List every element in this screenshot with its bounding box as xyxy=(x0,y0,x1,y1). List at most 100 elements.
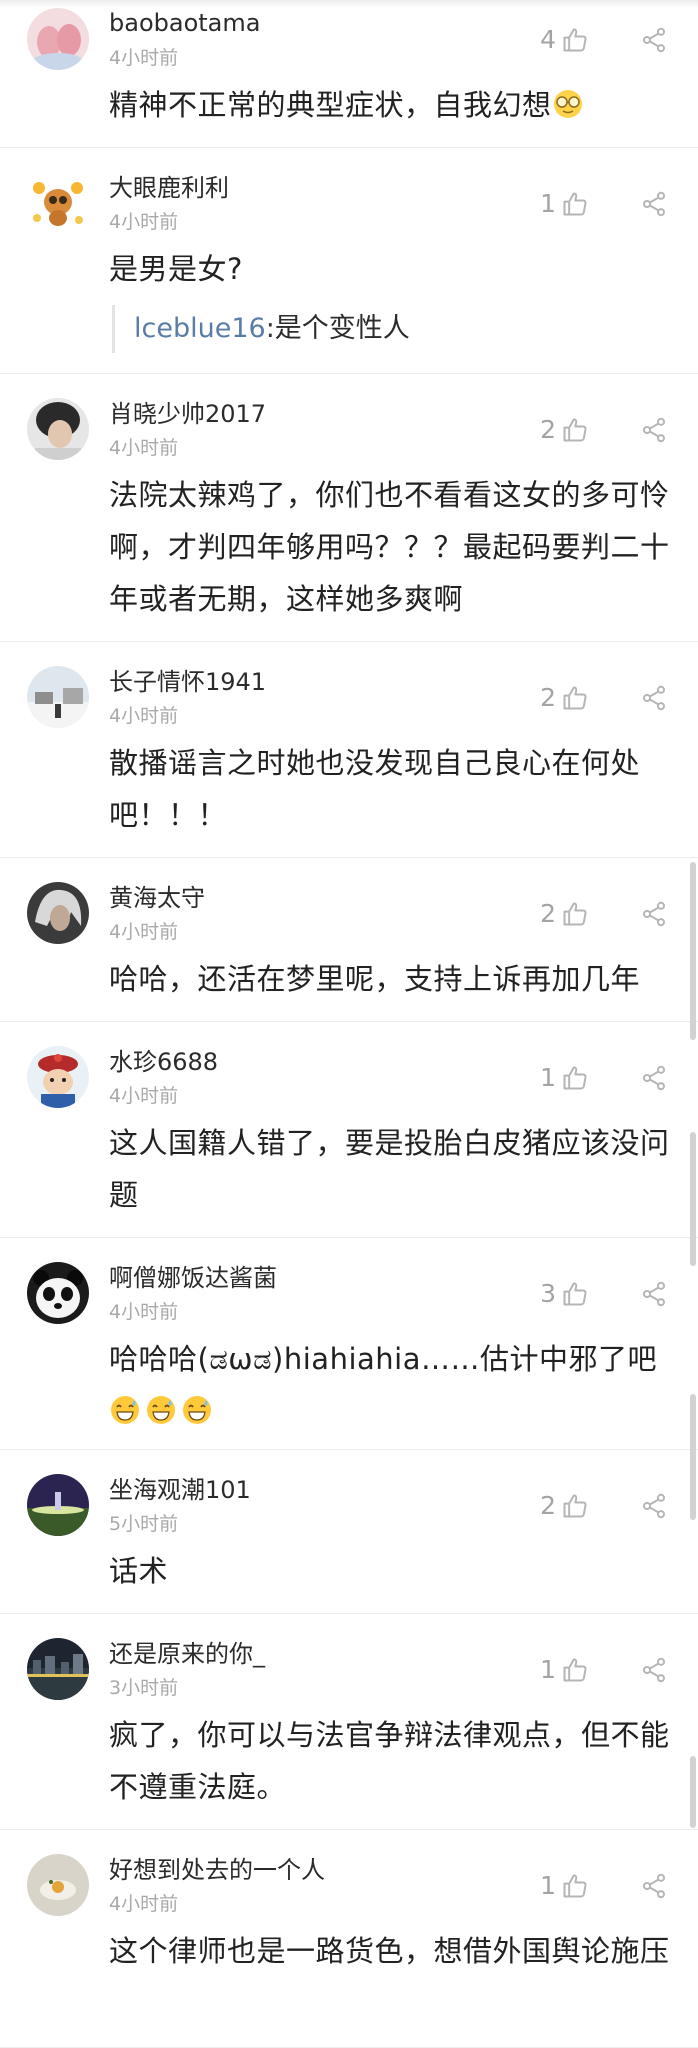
user-avatar[interactable] xyxy=(27,1262,89,1324)
username[interactable]: 啊僧娜饭达酱菌 xyxy=(109,1263,277,1293)
share-icon[interactable] xyxy=(640,190,668,218)
share-icon[interactable] xyxy=(640,1872,668,1900)
silver-hair-character-avatar-icon xyxy=(27,882,89,944)
snow-landscape-avatar-icon xyxy=(27,666,89,728)
thumbs-up-icon[interactable] xyxy=(561,416,589,444)
comment-item: 水珍6688 4小时前 1 这人国籍人错了，要是投胎白皮猪应该没问题 xyxy=(0,1022,698,1238)
food-plate-avatar-icon xyxy=(27,1854,89,1916)
share-icon[interactable] xyxy=(640,1280,668,1308)
user-avatar[interactable] xyxy=(27,8,89,70)
thumbs-up-icon[interactable] xyxy=(561,1064,589,1092)
comment-text: 这人国籍人错了，要是投胎白皮猪应该没问题 xyxy=(109,1126,670,1212)
username[interactable]: 大眼鹿利利 xyxy=(109,173,229,203)
comment-text: 散播谣言之时她也没发现自己良心在何处吧！！！ xyxy=(109,746,641,832)
thumbs-up-icon[interactable] xyxy=(561,1656,589,1684)
username[interactable]: 长子情怀1941 xyxy=(109,667,266,697)
user-avatar[interactable] xyxy=(27,1474,89,1536)
reply-text: 是个变性人 xyxy=(274,313,410,344)
comment-body: 精神不正常的典型症状，自我幻想 xyxy=(109,88,552,122)
cartoon-deer-avatar-icon xyxy=(27,172,89,234)
grin-sweat-emoji xyxy=(145,1394,177,1426)
comment-item: 啊僧娜饭达酱菌 4小时前 3 哈哈哈(ಡωಡ)hiahiahia……估计中邪了吧 xyxy=(0,1238,698,1450)
username[interactable]: 坐海观潮101 xyxy=(109,1475,251,1505)
thumbs-up-icon[interactable] xyxy=(561,1872,589,1900)
grin-sweat-emoji xyxy=(109,1394,141,1426)
comment-text: 法院太辣鸡了，你们也不看看这女的多可怜啊，才判四年够用吗？？？最起码要判二十年或… xyxy=(109,478,670,616)
scrollbar-segment[interactable] xyxy=(690,1756,696,1828)
timestamp: 4小时前 xyxy=(109,1085,179,1107)
comment-text: 哈哈，还活在梦里呢，支持上诉再加几年 xyxy=(109,962,641,996)
thumbs-up-icon[interactable] xyxy=(561,684,589,712)
qing-official-cartoon-avatar-icon xyxy=(27,1046,89,1108)
user-avatar[interactable] xyxy=(27,1046,89,1108)
like-count: 1 xyxy=(540,1871,556,1900)
username[interactable]: 肖晓少帅2017 xyxy=(109,399,266,429)
timestamp: 4小时前 xyxy=(109,921,179,943)
user-avatar[interactable] xyxy=(27,398,89,460)
reply-separator: : xyxy=(265,313,275,344)
comment-text: 精神不正常的典型症状，自我幻想 xyxy=(109,79,679,131)
share-icon[interactable] xyxy=(640,26,668,54)
dark-hair-person-avatar-icon xyxy=(27,398,89,460)
pink-baby-feet-avatar-icon xyxy=(27,8,89,70)
user-avatar[interactable] xyxy=(27,666,89,728)
timestamp: 4小时前 xyxy=(109,211,179,233)
reply-quote[interactable]: lceblue16:是个变性人 xyxy=(112,305,682,353)
like-count: 2 xyxy=(540,899,556,928)
timestamp: 4小时前 xyxy=(109,1301,179,1323)
comment-item: baobaotama 4小时前 4 精神不正常的典型症状，自我幻想 xyxy=(0,0,698,148)
comment-text: 话术 xyxy=(109,1554,169,1588)
timestamp: 5小时前 xyxy=(109,1513,179,1535)
like-count: 1 xyxy=(540,1655,556,1684)
share-icon[interactable] xyxy=(640,900,668,928)
comment-item: 肖晓少帅2017 4小时前 2 法院太辣鸡了，你们也不看看这女的多可怜啊，才判四… xyxy=(0,374,698,642)
user-avatar[interactable] xyxy=(27,882,89,944)
thumbs-up-icon[interactable] xyxy=(561,1280,589,1308)
reply-username[interactable]: lceblue16 xyxy=(134,313,266,344)
thumbs-up-icon[interactable] xyxy=(561,26,589,54)
username[interactable]: 黄海太守 xyxy=(109,883,205,913)
share-icon[interactable] xyxy=(640,416,668,444)
like-count: 2 xyxy=(540,415,556,444)
grin-sweat-emoji xyxy=(181,1394,213,1426)
like-count: 2 xyxy=(540,683,556,712)
comment-body: 哈哈哈(ಡωಡ)hiahiahia……估计中邪了吧 xyxy=(109,1342,657,1376)
timestamp: 4小时前 xyxy=(109,437,179,459)
share-icon[interactable] xyxy=(640,684,668,712)
like-count: 3 xyxy=(540,1279,556,1308)
like-count: 1 xyxy=(540,1063,556,1092)
timestamp: 4小时前 xyxy=(109,1893,179,1915)
user-avatar[interactable] xyxy=(27,1638,89,1700)
thumbs-up-icon[interactable] xyxy=(561,190,589,218)
comment-item: 还是原来的你_ 3小时前 1 疯了，你可以与法官争辩法律观点，但不能不遵重法庭。 xyxy=(0,1614,698,1830)
panda-avatar-icon xyxy=(27,1262,89,1324)
username[interactable]: 水珍6688 xyxy=(109,1047,218,1077)
glasses-emoji xyxy=(552,88,584,120)
emoji-row xyxy=(109,1385,679,1437)
scrollbar-segment[interactable] xyxy=(690,862,696,1040)
comment-item: 长子情怀1941 4小时前 2 散播谣言之时她也没发现自己良心在何处吧！！！ xyxy=(0,642,698,858)
username[interactable]: 好想到处去的一个人 xyxy=(109,1855,325,1885)
night-city-purple-avatar-icon xyxy=(27,1474,89,1536)
timestamp: 4小时前 xyxy=(109,47,179,69)
comment-text: 这个律师也是一路货色，想借外国舆论施压 xyxy=(109,1934,670,1968)
username[interactable]: baobaotama xyxy=(109,8,260,38)
comment-item: 坐海观潮101 5小时前 2 话术 xyxy=(0,1450,698,1614)
share-icon[interactable] xyxy=(640,1064,668,1092)
comment-item: 黄海太守 4小时前 2 哈哈，还活在梦里呢，支持上诉再加几年 xyxy=(0,858,698,1022)
user-avatar[interactable] xyxy=(27,1854,89,1916)
like-count: 1 xyxy=(540,189,556,218)
thumbs-up-icon[interactable] xyxy=(561,900,589,928)
share-icon[interactable] xyxy=(640,1656,668,1684)
scrollbar-segment[interactable] xyxy=(690,1394,696,1520)
like-count: 2 xyxy=(540,1491,556,1520)
comment-text: 疯了，你可以与法官争辩法律观点，但不能不遵重法庭。 xyxy=(109,1718,670,1804)
timestamp: 4小时前 xyxy=(109,705,179,727)
night-skyline-avatar-icon xyxy=(27,1638,89,1700)
share-icon[interactable] xyxy=(640,1492,668,1520)
thumbs-up-icon[interactable] xyxy=(561,1492,589,1520)
user-avatar[interactable] xyxy=(27,172,89,234)
scrollbar-segment[interactable] xyxy=(690,1132,696,1266)
like-count: 4 xyxy=(540,25,556,54)
username[interactable]: 还是原来的你_ xyxy=(109,1639,265,1669)
